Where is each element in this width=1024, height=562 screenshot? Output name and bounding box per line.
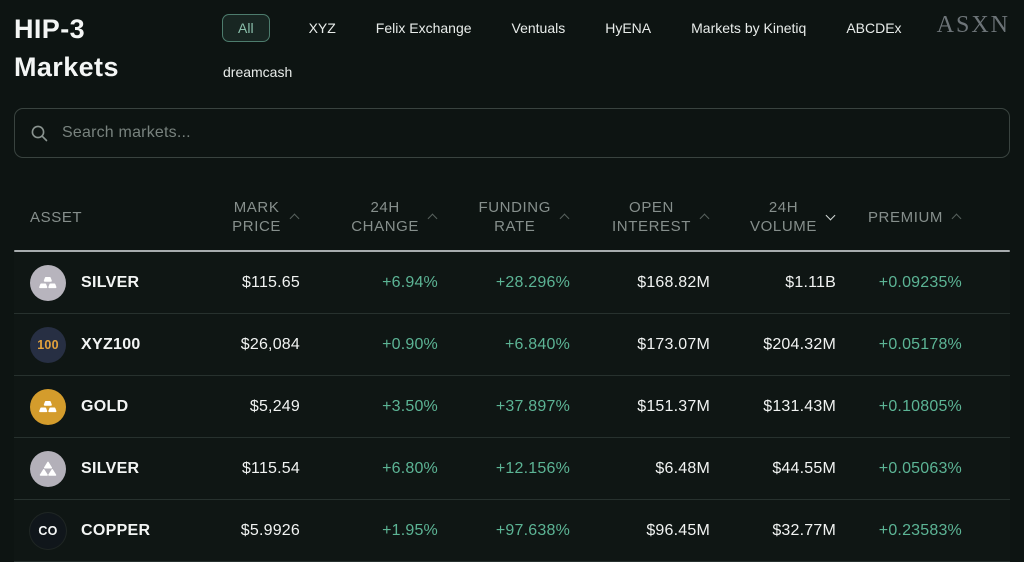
volume-24h-cell: $131.43M [710,398,836,416]
mark-price-cell: $115.65 [188,274,300,292]
asset-cell: SILVER [30,265,188,301]
table-row[interactable]: GOLD $5,249+3.50%+37.897%$151.37M$131.43M… [14,376,1010,438]
table-row[interactable]: SILVER $115.54+6.80%+12.156%$6.48M$44.55M… [14,438,1010,500]
gold-ingots-icon [30,389,66,425]
volume-24h-cell: $44.55M [710,460,836,478]
silver-pyramid-icon [30,451,66,487]
sort-chevron-down-icon [825,212,836,223]
search-input[interactable] [62,124,994,142]
sort-chevron-up-icon [699,212,710,223]
tab-xyz[interactable]: XYZ [308,14,337,42]
asset-cell: SILVER [30,451,188,487]
mark-price-cell: $5,249 [188,398,300,416]
mark-price-cell: $26,084 [188,336,300,354]
change-24h-cell: +1.95% [300,522,438,540]
open-interest-cell: $173.07M [570,336,710,354]
tab-hyena[interactable]: HyENA [604,14,652,42]
table-row[interactable]: SILVER $115.65+6.94%+28.296%$168.82M$1.11… [14,252,1010,314]
open-interest-cell: $151.37M [570,398,710,416]
volume-24h-cell: $32.77M [710,522,836,540]
open-interest-cell: $96.45M [570,522,710,540]
table-body: SILVER $115.65+6.94%+28.296%$168.82M$1.11… [14,252,1010,562]
change-24h-cell: +0.90% [300,336,438,354]
funding-rate-cell: +6.840% [438,336,570,354]
search-bar[interactable] [14,108,1010,158]
tab-all[interactable]: All [222,14,270,42]
change-24h-cell: +6.80% [300,460,438,478]
asset-name: SILVER [81,460,139,478]
header: HIP-3 Markets All XYZ Felix Exchange Ventua… [14,0,1010,86]
funding-rate-cell: +97.638% [438,522,570,540]
volume-24h-cell: $204.32M [710,336,836,354]
tab-abcdex[interactable]: ABCDEx [845,14,902,42]
markets-table: ASSET MARKPRICE 24HCHANGE FUNDINGRATE OPENIN… [14,184,1010,562]
premium-cell: +0.23583% [836,522,962,540]
table-header-row: ASSET MARKPRICE 24HCHANGE FUNDINGRATE OPENIN… [14,184,1010,250]
change-24h-cell: +3.50% [300,398,438,416]
column-header-label: 24HCHANGE [351,198,419,236]
asset-cell: 100 XYZ100 [30,327,188,363]
page-title-line2: Markets [14,48,222,86]
asset-name: COPPER [81,522,150,540]
tab-felix-exchange[interactable]: Felix Exchange [375,14,473,42]
sort-chevron-up-icon [951,212,962,223]
mark-price-cell: $115.54 [188,460,300,478]
silver-ingots-icon [30,265,66,301]
column-header-premium[interactable]: PREMIUM [836,208,962,227]
tab-markets-by-kinetiq[interactable]: Markets by Kinetiq [690,14,807,42]
open-interest-cell: $168.82M [570,274,710,292]
table-row[interactable]: 100 XYZ100 $26,084+0.90%+6.840%$173.07M$20… [14,314,1010,376]
funding-rate-cell: +37.897% [438,398,570,416]
page-title-line1: HIP-3 [14,10,222,48]
column-header-open-interest[interactable]: OPENINTEREST [570,198,710,236]
page-title: HIP-3 Markets [14,10,222,86]
column-header-24h-change[interactable]: 24HCHANGE [300,198,438,236]
column-header-mark-price[interactable]: MARKPRICE [188,198,300,236]
column-header-24h-volume[interactable]: 24HVOLUME [710,198,836,236]
search-icon [30,124,49,143]
copper-icon: CO [30,513,66,549]
sort-chevron-up-icon [427,212,438,223]
table-row[interactable]: CO COPPER $5.9926+1.95%+97.638%$96.45M$32.… [14,500,1010,562]
volume-24h-cell: $1.11B [710,274,836,292]
premium-cell: +0.05178% [836,336,962,354]
index-100-icon: 100 [30,327,66,363]
column-header-asset[interactable]: ASSET [30,208,188,227]
asset-name: SILVER [81,274,139,292]
open-interest-cell: $6.48M [570,460,710,478]
column-header-label: PREMIUM [868,208,943,227]
funding-rate-cell: +12.156% [438,460,570,478]
sort-chevron-up-icon [559,212,570,223]
column-header-label: MARKPRICE [232,198,281,236]
asset-name: GOLD [81,398,128,416]
column-header-label: OPENINTEREST [612,198,691,236]
asset-cell: CO COPPER [30,513,188,549]
premium-cell: +0.10805% [836,398,962,416]
column-header-label: 24HVOLUME [750,198,817,236]
column-header-funding-rate[interactable]: FUNDINGRATE [438,198,570,236]
premium-cell: +0.05063% [836,460,962,478]
market-filter-tabs: All XYZ Felix Exchange Ventuals HyENA Markets… [222,10,937,86]
premium-cell: +0.09235% [836,274,962,292]
asset-cell: GOLD [30,389,188,425]
hip3-markets-app: HIP-3 Markets All XYZ Felix Exchange Ventua… [0,0,1024,562]
sort-chevron-up-icon [289,212,300,223]
asxn-logo: ASXN [937,10,1010,39]
mark-price-cell: $5.9926 [188,522,300,540]
change-24h-cell: +6.94% [300,274,438,292]
asset-name: XYZ100 [81,336,141,354]
funding-rate-cell: +28.296% [438,274,570,292]
column-header-label: ASSET [30,208,82,227]
tab-ventuals[interactable]: Ventuals [511,14,567,42]
column-header-label: FUNDINGRATE [478,198,551,236]
tab-dreamcash[interactable]: dreamcash [222,58,293,86]
